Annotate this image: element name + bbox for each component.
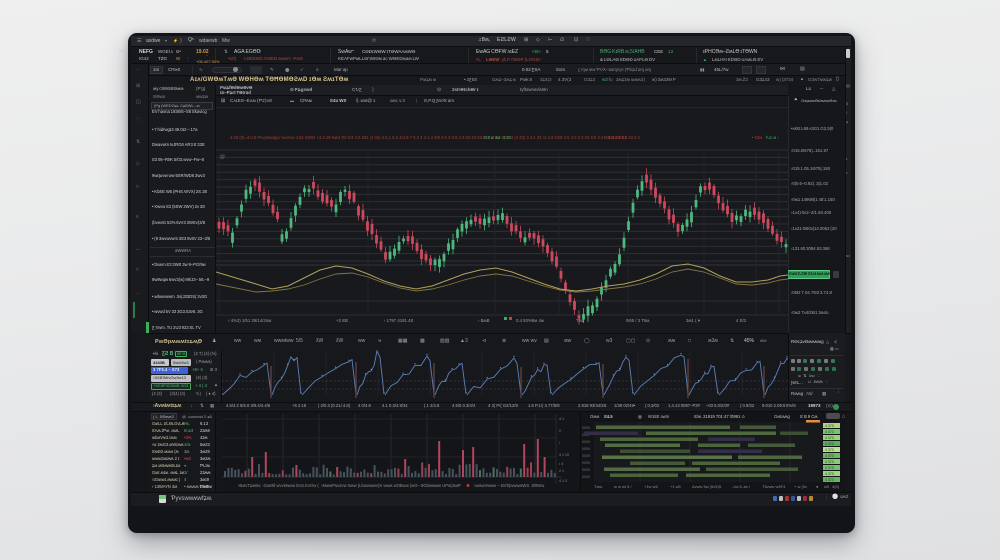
svg-text:0009: 0009 bbox=[582, 461, 590, 465]
svg-text:• 4: • 4 bbox=[559, 462, 563, 466]
svg-text:4 Ƨ/3: 4 Ƨ/3 bbox=[736, 318, 747, 323]
svg-text:0009: 0009 bbox=[582, 468, 590, 472]
svg-text:0009: 0009 bbox=[582, 454, 590, 458]
svg-text:4 1: 4 1 bbox=[559, 417, 564, 421]
svg-text:⛆: ⛆ bbox=[220, 154, 225, 161]
svg-text:+3 ƧB: +3 ƧB bbox=[336, 318, 348, 323]
svg-text:0009: 0009 bbox=[582, 475, 590, 479]
svg-text:4 373: 4 373 bbox=[825, 454, 834, 458]
svg-text:4 373: 4 373 bbox=[825, 460, 834, 464]
svg-text:4 373: 4 373 bbox=[825, 424, 834, 428]
svg-text:4 373: 4 373 bbox=[825, 436, 834, 440]
svg-text:› BʍB: › BʍB bbox=[478, 318, 490, 323]
svg-text:› 4%3) 1/51 39/14/34ʍ: › 4%3) 1/51 39/14/34ʍ bbox=[228, 318, 272, 323]
svg-text:4 1 19: 4 1 19 bbox=[559, 453, 569, 457]
svg-text:4 373: 4 373 bbox=[825, 442, 834, 446]
svg-text:+1 w5: +1 w5 bbox=[670, 484, 682, 489]
svg-text:w5: w5 bbox=[824, 484, 830, 489]
svg-text:4 373: 4 373 bbox=[825, 466, 834, 470]
svg-text:4(5): 4(5) bbox=[832, 484, 840, 489]
svg-text:4 373: 4 373 bbox=[825, 472, 834, 476]
svg-text:0Ɵ5 / 3 T6ʍ: 0Ɵ5 / 3 T6ʍ bbox=[626, 318, 650, 323]
svg-text:i: i bbox=[559, 441, 560, 445]
svg-text:Tʍw: Tʍw bbox=[594, 484, 602, 489]
svg-text:●: ● bbox=[816, 484, 819, 489]
svg-text:3ʍ1 ( ▾: 3ʍ1 ( ▾ bbox=[686, 318, 700, 323]
svg-text:›BʍvTʑʍƟv. ›GʍƟll wvvƟʍvw EvS.: ›BʍvTʑʍƟv. ›GʍƟll wvvƟʍvw EvS.EvOw ( ›Mʍ… bbox=[238, 483, 461, 488]
svg-text:4 373: 4 373 bbox=[825, 430, 834, 434]
svg-text:2: 2 bbox=[559, 429, 561, 433]
svg-text:• 03ʍ: • 03ʍ bbox=[752, 135, 763, 140]
svg-text:0009: 0009 bbox=[582, 426, 590, 430]
svg-text:0009: 0009 bbox=[582, 447, 590, 451]
svg-text:–tw 5–tw /: –tw 5–tw / bbox=[732, 484, 751, 489]
svg-text:› 1797 4191.4Ƨ: › 1797 4191.4Ƨ bbox=[384, 318, 414, 323]
svg-text:+1w w5: +1w w5 bbox=[644, 484, 658, 489]
svg-text:2 1: 2 1 bbox=[559, 469, 564, 473]
svg-text:4 373: 4 373 bbox=[825, 478, 834, 482]
svg-text:4 373: 4 373 bbox=[825, 448, 834, 452]
svg-text:ƕ1 ʍ ›: ƕ1 ʍ › bbox=[766, 135, 779, 140]
svg-text:0.4 93%9ʍ 4ʍ: 0.4 93%9ʍ 4ʍ bbox=[516, 318, 545, 323]
svg-text:4.03 (0)=4.0.8 Pnvysʍvpjc/ wvA: 4.03 (0)=4.0.8 Pnvysʍvpjc/ wvAvw 4.51 0Ɵ… bbox=[230, 135, 627, 140]
svg-text:4 1 3: 4 1 3 bbox=[559, 479, 567, 483]
svg-text:G3 w 3w 4 33: G3 w 3w 4 33 bbox=[484, 135, 511, 140]
svg-text:›wʍwVwww – BVb)wwwʍWS. 9/8Ww: ›wʍwVwww – BVb)wwwʍWS. 9/8Ww bbox=[474, 483, 545, 488]
svg-text:Avww 5w (5v5)5: Avww 5w (5v5)5 bbox=[692, 484, 722, 489]
svg-text:T5vww w5F4: T5vww w5F4 bbox=[762, 484, 786, 489]
svg-text:w w wt 5 /: w w wt 5 / bbox=[614, 484, 632, 489]
svg-text:+ w (5v: + w (5v bbox=[794, 484, 807, 489]
svg-text:• 3w3 03/4 3 33 0.4: • 3w3 03/4 3 33 0.4 bbox=[604, 135, 641, 140]
svg-text:T6ʍ: T6ʍ bbox=[576, 318, 585, 323]
